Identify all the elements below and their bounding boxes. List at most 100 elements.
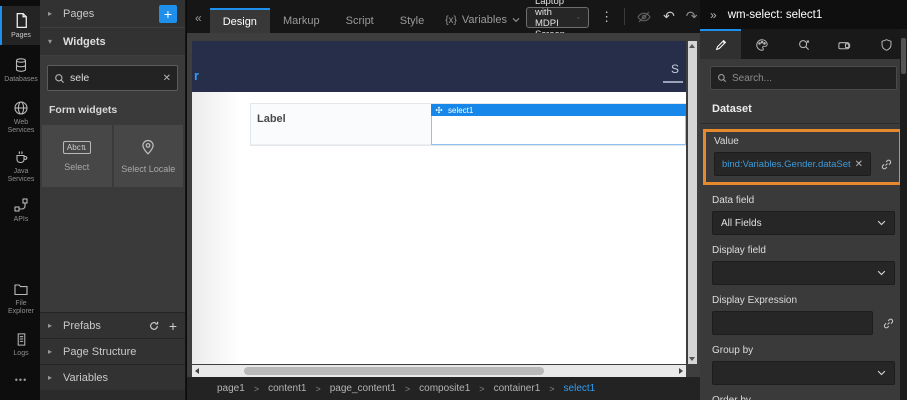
canvas-horizontal-scrollbar[interactable] <box>192 365 686 377</box>
web-services-icon <box>13 100 29 116</box>
variables-section-label: Variables <box>63 372 108 384</box>
sidebar-item-file-explorer[interactable]: File Explorer <box>0 275 40 322</box>
refresh-icon[interactable] <box>148 320 160 332</box>
page-structure-section-header[interactable]: ▸ Page Structure <box>40 338 185 364</box>
page-body: Label select1 <box>192 92 686 364</box>
header-link-underline <box>663 81 683 83</box>
properties-scrollbar[interactable] <box>900 29 907 400</box>
display-expression-label: Display Expression <box>712 295 895 306</box>
properties-tabs <box>700 29 907 59</box>
undo-icon[interactable]: ↶ <box>663 11 675 22</box>
pages-section-label: Pages <box>63 8 94 20</box>
canvas-vertical-scrollbar[interactable] <box>688 41 697 364</box>
apis-icon <box>13 197 29 213</box>
sidebar-item-label: Pages <box>11 32 31 40</box>
design-canvas[interactable]: r S Label select1 <box>187 33 700 377</box>
search-icon <box>54 73 65 84</box>
horizontal-scroll-thumb[interactable] <box>244 367 544 375</box>
select-widget-body[interactable] <box>431 116 686 145</box>
variables-dropdown[interactable]: {x} Variables <box>445 14 520 26</box>
sidebar-item-web-services[interactable]: Web Services <box>0 94 40 141</box>
widget-selection-header[interactable]: select1 <box>431 104 686 116</box>
file-explorer-icon <box>13 281 29 297</box>
clear-search-icon[interactable]: ✕ <box>163 73 171 84</box>
prefabs-section-label: Prefabs <box>63 320 101 332</box>
widget-card-select-locale[interactable]: Select Locale <box>114 125 184 187</box>
display-field-select[interactable] <box>712 261 895 285</box>
group-by-select[interactable] <box>712 361 895 385</box>
scroll-down-icon[interactable] <box>689 357 695 361</box>
shield-icon <box>880 38 893 52</box>
breadcrumb-item[interactable]: page1 <box>217 383 245 394</box>
variables-section-header[interactable]: ▸ Variables <box>40 364 185 390</box>
device-icon <box>837 38 852 53</box>
sidebar-item-more[interactable]: ••• <box>0 369 40 390</box>
scroll-left-icon[interactable] <box>195 368 199 374</box>
breadcrumb-item[interactable]: content1 <box>268 383 306 394</box>
breadcrumb-item[interactable]: composite1 <box>419 383 470 394</box>
collapse-panel-icon[interactable]: « <box>195 11 202 25</box>
value-field-label: Value <box>714 136 893 147</box>
pages-section-header[interactable]: ▸ Pages + <box>40 0 185 28</box>
sidebar-item-apis[interactable]: APIs <box>0 191 40 229</box>
sidebar-item-label: Web Services <box>2 119 40 136</box>
tab-device[interactable] <box>824 29 865 59</box>
tab-properties[interactable] <box>700 29 741 59</box>
breadcrumb-item-current[interactable]: select1 <box>564 383 596 394</box>
top-toolbar: « Design Markup Script Style {x} Variabl… <box>187 0 700 33</box>
data-field-label: Data field <box>712 195 895 206</box>
chevron-down-icon <box>512 17 520 23</box>
variables-icon: {x} <box>445 15 457 26</box>
tab-styles[interactable] <box>741 29 782 59</box>
group-by-label: Group by <box>712 345 895 356</box>
redo-icon[interactable]: ↷ <box>686 11 698 22</box>
tab-markup[interactable]: Markup <box>270 8 333 33</box>
breadcrumb-separator: > <box>315 384 320 394</box>
sidebar-item-java-services[interactable]: Java Services <box>0 143 40 190</box>
bind-link-icon[interactable] <box>882 317 895 330</box>
clear-binding-icon[interactable]: ✕ <box>855 159 863 170</box>
widget-search-input[interactable] <box>70 72 158 84</box>
logs-icon <box>14 332 29 347</box>
scroll-right-icon[interactable] <box>679 368 683 374</box>
tab-design[interactable]: Design <box>210 8 270 33</box>
breadcrumb-item[interactable]: page_content1 <box>330 383 396 394</box>
breadcrumb-separator: > <box>405 384 410 394</box>
add-prefab-icon[interactable]: + <box>169 319 177 333</box>
pages-icon <box>13 12 30 29</box>
sidebar-item-logs[interactable]: Logs <box>0 326 40 363</box>
display-expression-input[interactable] <box>720 318 865 329</box>
eye-off-icon[interactable] <box>636 9 652 25</box>
more-icon: ••• <box>15 375 27 385</box>
tab-events[interactable] <box>783 29 824 59</box>
tab-style[interactable]: Style <box>387 8 437 33</box>
order-by-label: Order by <box>712 395 895 400</box>
tab-script[interactable]: Script <box>333 8 387 33</box>
device-selector[interactable]: Laptop with MDPI Screen <box>526 7 589 28</box>
widget-card-select[interactable]: Abc⇅ Select <box>42 125 112 187</box>
chevron-down-icon <box>577 15 580 21</box>
bind-link-icon[interactable] <box>880 158 893 171</box>
scroll-up-icon[interactable] <box>689 44 695 48</box>
properties-scroll-thumb[interactable] <box>901 38 906 74</box>
widgets-section-header[interactable]: ▾ Widgets <box>40 28 185 56</box>
sidebar-item-pages[interactable]: Pages <box>0 6 40 45</box>
sidebar-item-databases[interactable]: Databases <box>0 51 40 89</box>
add-page-button[interactable]: + <box>159 5 177 23</box>
data-field-select[interactable]: All Fields <box>712 211 895 235</box>
search-gear-icon <box>797 38 811 52</box>
prefabs-section-header[interactable]: ▸ Prefabs + <box>40 312 185 338</box>
selected-widget-title: wm-select: select1 <box>728 9 823 21</box>
properties-search-input[interactable] <box>732 73 890 84</box>
breadcrumb-item[interactable]: container1 <box>494 383 541 394</box>
select1-widget[interactable]: select1 <box>431 104 686 145</box>
collapse-properties-icon[interactable]: » <box>710 8 717 22</box>
label-widget[interactable]: Label <box>251 104 431 145</box>
kebab-menu-icon[interactable]: ⋮ <box>600 9 613 25</box>
page-structure-section-label: Page Structure <box>63 346 136 358</box>
chevron-right-icon: ▸ <box>48 321 56 330</box>
sidebar-item-label: File Explorer <box>2 300 40 317</box>
chevron-right-icon: ▸ <box>48 9 56 18</box>
value-bind-input[interactable] <box>722 159 851 170</box>
page-header-band: r S <box>192 41 686 92</box>
